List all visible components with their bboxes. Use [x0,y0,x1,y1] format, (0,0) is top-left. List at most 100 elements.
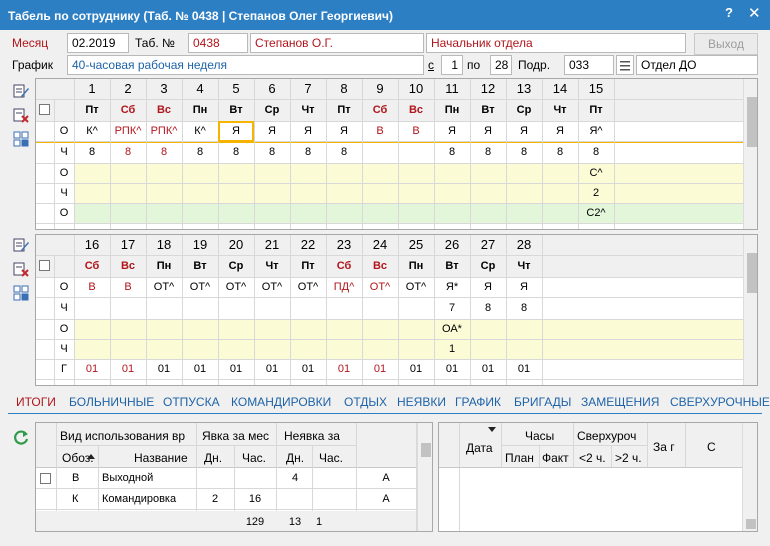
dept-name-field[interactable]: Отдел ДО [636,55,758,75]
extra-code[interactable] [290,319,326,339]
day-hours[interactable] [362,298,398,318]
day-code[interactable]: ОТ^ [146,277,182,297]
day-code[interactable]: Я [470,121,506,141]
extra-code-2[interactable] [398,203,434,223]
extra-hours[interactable] [398,183,434,203]
tab-3[interactable]: ОТПУСКА [163,395,220,409]
extra-hours[interactable] [398,339,434,359]
day-hours[interactable]: 8 [470,298,506,318]
day-code[interactable]: Я [542,121,578,141]
extra-code[interactable] [110,319,146,339]
day-code[interactable]: К^ [74,121,110,141]
extra-code[interactable] [146,163,182,183]
extra-code[interactable] [542,163,578,183]
extra-code[interactable] [110,163,146,183]
extra-hours[interactable] [542,183,578,203]
extra-code-2[interactable] [74,203,110,223]
extra-hours[interactable]: 1 [434,339,470,359]
day-hours[interactable] [218,298,254,318]
day-code[interactable]: Я [506,121,542,141]
extra-code[interactable]: С^ [578,163,614,183]
day-hours[interactable]: 7 [434,298,470,318]
summary-table[interactable]: Вид использования вр Явка за мес Неявка … [35,422,433,532]
day-hours[interactable]: 8 [110,142,146,162]
grid-scrollbar[interactable] [743,79,757,229]
tab-9[interactable]: ЗАМЕЩЕНИЯ [581,395,659,409]
summary-scrollbar[interactable] [417,423,432,531]
day-code[interactable]: ОТ^ [290,277,326,297]
group-code[interactable]: 01 [182,359,218,379]
extra-hours[interactable] [146,339,182,359]
delete-icon[interactable] [12,106,30,124]
close-button[interactable]: ✕ [748,4,761,22]
scroll-thumb[interactable] [747,253,757,293]
day-code[interactable]: Я [326,121,362,141]
day-hours[interactable]: 8 [182,142,218,162]
day-code[interactable]: ОТ^ [398,277,434,297]
day-code[interactable]: РПК^ [146,121,182,141]
day-hours[interactable]: 8 [290,142,326,162]
extra-code[interactable] [470,163,506,183]
extra-code[interactable] [218,319,254,339]
day-hours[interactable]: 8 [74,142,110,162]
extra-hours[interactable] [362,183,398,203]
extra-code-2[interactable] [470,203,506,223]
grid-scrollbar[interactable] [743,235,757,385]
grid-icon[interactable] [12,284,30,302]
day-hours[interactable] [182,298,218,318]
extra-code-2[interactable] [290,203,326,223]
row-checkbox[interactable] [40,473,51,484]
exit-button[interactable]: Выход [694,33,758,55]
day-code[interactable]: В [362,121,398,141]
extra-code[interactable]: ОА* [434,319,470,339]
day-hours[interactable]: 8 [470,142,506,162]
grid-icon[interactable] [12,130,30,148]
extra-code[interactable] [290,163,326,183]
day-code[interactable]: ОТ^ [182,277,218,297]
day-hours[interactable] [362,142,398,162]
day-code[interactable]: Я [434,121,470,141]
extra-code[interactable] [470,319,506,339]
tab-1[interactable]: ИТОГИ [16,395,56,409]
extra-hours[interactable] [470,339,506,359]
to-day-field[interactable]: 28 [490,55,512,75]
tab-2[interactable]: БОЛЬНИЧНЫЕ [69,395,154,409]
from-day-field[interactable]: 1 [441,55,463,75]
day-code[interactable]: РПК^ [110,121,146,141]
extra-code-2[interactable] [110,203,146,223]
extra-code-2[interactable] [218,203,254,223]
extra-hours[interactable] [290,339,326,359]
extra-hours[interactable] [506,339,542,359]
day-hours[interactable]: 8 [146,142,182,162]
tab-10[interactable]: СВЕРХУРОЧНЫЕ [670,395,770,409]
extra-hours[interactable] [74,183,110,203]
extra-hours[interactable] [110,339,146,359]
group-code[interactable]: 01 [470,359,506,379]
extra-code-2[interactable] [146,203,182,223]
group-code[interactable]: 01 [290,359,326,379]
date-header[interactable]: Дата [466,441,493,455]
day-hours[interactable] [146,298,182,318]
day-hours[interactable] [254,298,290,318]
extra-hours[interactable] [218,339,254,359]
extra-hours[interactable] [362,339,398,359]
day-hours[interactable] [290,298,326,318]
extra-hours[interactable] [326,183,362,203]
schedule-field[interactable]: 40-часовая рабочая неделя [67,55,424,75]
edit-icon[interactable] [12,82,30,100]
extra-hours[interactable] [182,183,218,203]
group-code[interactable]: 01 [254,359,290,379]
extra-code-2[interactable] [362,203,398,223]
day-hours[interactable]: 8 [326,142,362,162]
extra-hours[interactable] [290,183,326,203]
edit-icon[interactable] [12,236,30,254]
tab-number-field[interactable]: 0438 [188,33,248,53]
employee-field[interactable]: Степанов О.Г. [250,33,424,53]
day-code[interactable]: ПД^ [326,277,362,297]
dept-code-field[interactable]: 033 [564,55,614,75]
extra-code-2[interactable] [254,203,290,223]
extra-code[interactable] [362,163,398,183]
day-code[interactable]: ОТ^ [362,277,398,297]
day-hours[interactable]: 8 [218,142,254,162]
extra-code[interactable] [398,319,434,339]
